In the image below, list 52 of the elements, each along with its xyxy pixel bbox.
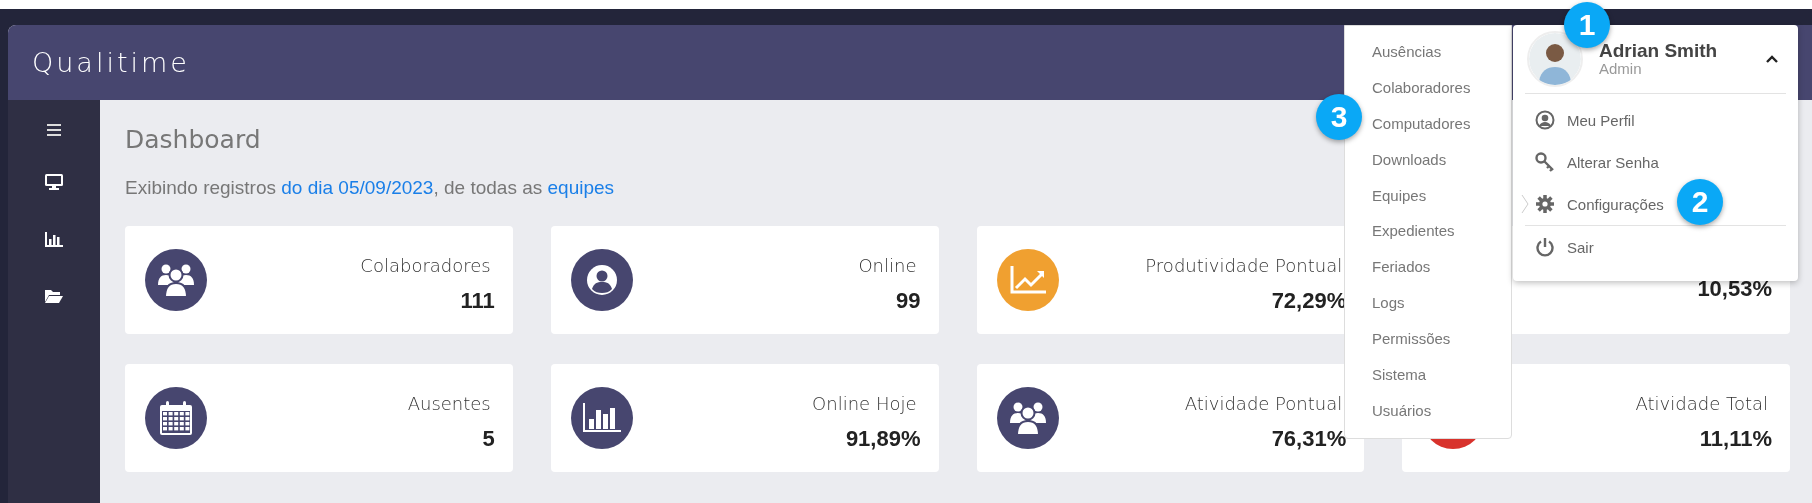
menu-item[interactable]: Expedientes [1372, 213, 1455, 250]
key-icon [1535, 152, 1555, 172]
bar-chart-icon [582, 403, 621, 433]
menu-item[interactable]: Logs [1372, 285, 1405, 322]
card-value: 5 [482, 426, 495, 451]
card-value: 76,31% [1271, 426, 1347, 451]
filter-link[interactable]: do dia 05/09/2023 [281, 177, 434, 198]
card-value: 10,53% [1697, 276, 1772, 301]
card-value: 111 [460, 288, 495, 313]
calendar-icon [159, 401, 193, 435]
trend-chart-icon [1009, 266, 1046, 294]
menu-item[interactable]: Alterar Senha [1535, 141, 1659, 183]
menu-item[interactable]: Sair [1535, 226, 1594, 268]
menu-icon[interactable] [47, 124, 61, 136]
page-title: Dashboard [125, 124, 261, 156]
user-icon [586, 265, 617, 295]
card-label: Atividade Total [1635, 391, 1768, 416]
menu-item[interactable]: Downloads [1372, 141, 1447, 178]
card-value: 72,29% [1271, 288, 1347, 313]
card-label: Ausentes [407, 391, 491, 416]
card-label: Online Hoje [812, 391, 917, 416]
group-icon [1007, 401, 1048, 435]
power-icon [1535, 237, 1555, 257]
menu-item[interactable]: Colaboradores [1372, 69, 1471, 106]
menu-item[interactable]: Feriados [1372, 249, 1431, 286]
card-value: 11,11% [1699, 426, 1772, 451]
menu-item[interactable]: Ausências [1372, 34, 1442, 70]
user-role: Admin [1599, 61, 1643, 77]
card-label: Produtividade Pontual [1145, 253, 1343, 278]
card-label: Atividade Pontual [1184, 391, 1343, 416]
menu-item[interactable]: Computadores [1372, 105, 1471, 142]
folder-icon[interactable] [45, 289, 63, 303]
chevron-icon [1521, 194, 1529, 214]
menu-item[interactable]: Usuários [1372, 392, 1432, 429]
caret-icon[interactable] [1766, 55, 1778, 63]
card-label: Online [858, 253, 917, 278]
menu-item[interactable]: Permissões [1372, 321, 1451, 357]
group-icon [156, 263, 196, 297]
filter-description: Exibindo registros do dia 05/09/2023, de todas as equipes [125, 176, 615, 200]
card-label: Colaboradores [360, 253, 491, 278]
filter-link[interactable]: equipes [547, 177, 615, 198]
user-icon [1535, 110, 1555, 130]
bar-chart-icon[interactable] [45, 232, 63, 247]
menu-item[interactable]: Meu Perfil [1535, 99, 1635, 141]
menu-item[interactable]: Equipes [1372, 177, 1427, 214]
menu-item[interactable]: Sistema [1372, 357, 1427, 393]
card-value: 91,89% [845, 426, 921, 451]
menu-item[interactable]: Configurações [1535, 183, 1664, 225]
settings-icon [1535, 194, 1555, 214]
logo: Qualitime [32, 47, 190, 78]
monitor-icon[interactable] [45, 174, 63, 190]
card-value: 99 [896, 288, 921, 313]
